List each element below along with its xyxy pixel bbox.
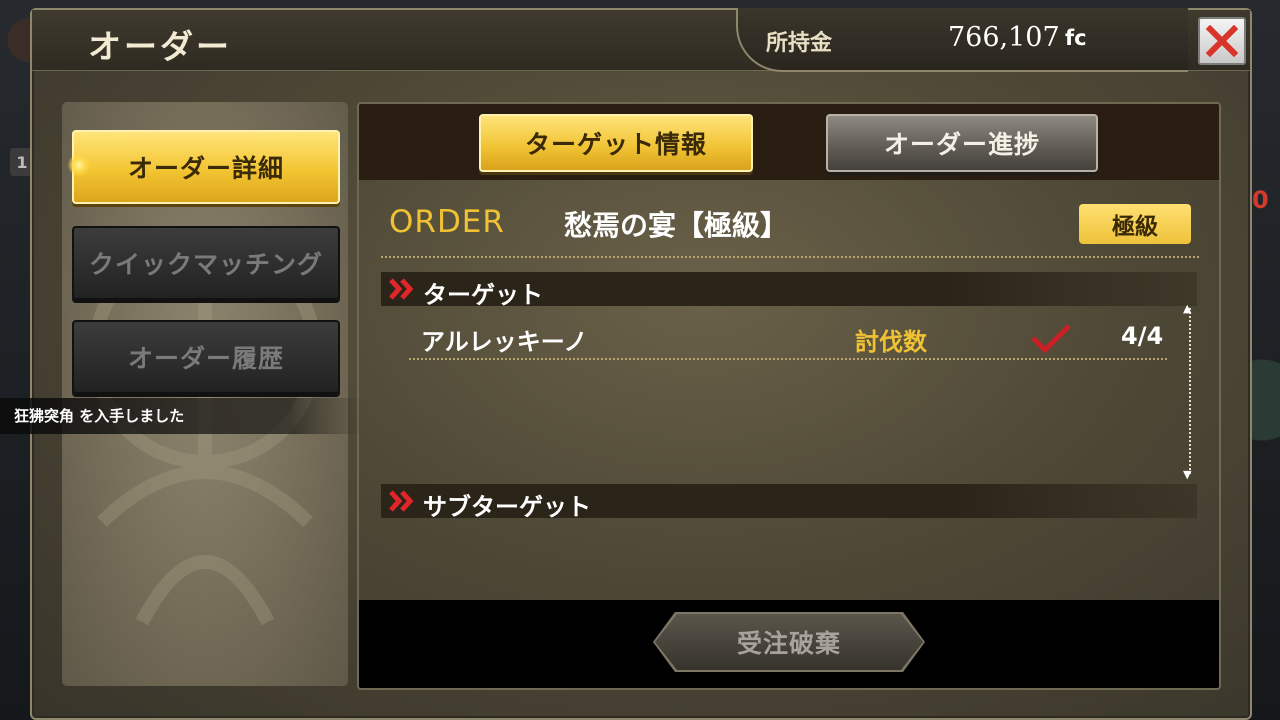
main-panel: ターゲット情報 オーダー進捗 ORDER 愁焉の宴【極級】 極級 ターゲット ア…	[357, 102, 1221, 690]
discard-order-label: 受注破棄	[736, 629, 841, 658]
money-value: 766,107	[948, 22, 1060, 53]
tab-bar: ターゲット情報 オーダー進捗	[359, 104, 1219, 180]
tab-target-info-label: ターゲット情報	[524, 130, 707, 159]
discard-order-button[interactable]: 受注破棄	[655, 614, 923, 670]
scroll-down-icon[interactable]: ▼	[1183, 468, 1191, 481]
target-progress: 4/4	[1121, 322, 1164, 350]
scroll-up-icon[interactable]: ▲	[1183, 302, 1191, 315]
quick-matching-label: クイックマッチング	[88, 250, 323, 279]
money-label: 所持金	[766, 31, 833, 56]
window-title: オーダー	[88, 27, 232, 66]
order-title-row: ORDER 愁焉の宴【極級】 極級	[359, 180, 1219, 256]
close-icon	[1206, 25, 1238, 57]
target-name: アルレッキーノ	[421, 328, 588, 356]
target-condition: 討伐数	[855, 328, 927, 356]
item-obtained-toast: 狂狒突角 を入手しました	[0, 398, 362, 434]
tab-target-info[interactable]: ターゲット情報	[479, 114, 753, 172]
action-bar: 受注破棄	[359, 600, 1219, 688]
order-detail-button[interactable]: オーダー詳細	[68, 130, 340, 204]
quick-matching-button[interactable]: クイックマッチング	[72, 226, 340, 300]
money-unit: fc	[1065, 26, 1087, 50]
background-hud-marker: 0	[1252, 186, 1269, 214]
order-name: 愁焉の宴【極級】	[564, 209, 789, 242]
title-bar: オーダー 所持金 766,107 fc	[32, 8, 1250, 72]
selection-glow-icon	[68, 154, 90, 176]
close-button[interactable]	[1198, 17, 1246, 65]
check-icon	[1031, 324, 1071, 354]
side-panel: オーダー詳細 クイックマッチング オーダー履歴	[62, 102, 348, 686]
double-chevron-icon	[389, 490, 414, 512]
double-chevron-icon	[389, 278, 414, 300]
order-history-label: オーダー履歴	[127, 344, 284, 373]
target-row: アルレッキーノ 討伐数 4/4	[409, 322, 1169, 358]
target-row-divider	[409, 358, 1167, 360]
subtarget-section-header: サブターゲット	[381, 484, 1197, 521]
order-prefix: ORDER	[389, 204, 505, 240]
order-divider	[381, 256, 1199, 258]
order-history-button[interactable]: オーダー履歴	[72, 320, 340, 394]
target-section-header: ターゲット	[381, 272, 1197, 309]
money-panel: 所持金 766,107 fc	[736, 8, 1188, 72]
order-window: オーダー 所持金 766,107 fc オーダー詳細 クイックマッチング オーダ…	[30, 8, 1252, 720]
grade-badge: 極級	[1079, 204, 1191, 244]
tab-order-progress[interactable]: オーダー進捗	[826, 114, 1098, 172]
target-section-label: ターゲット	[423, 281, 543, 309]
subtarget-section-label: サブターゲット	[423, 493, 591, 521]
scrollbar[interactable]	[1189, 308, 1191, 474]
order-detail-label: オーダー詳細	[127, 154, 284, 183]
tab-order-progress-label: オーダー進捗	[883, 130, 1040, 159]
